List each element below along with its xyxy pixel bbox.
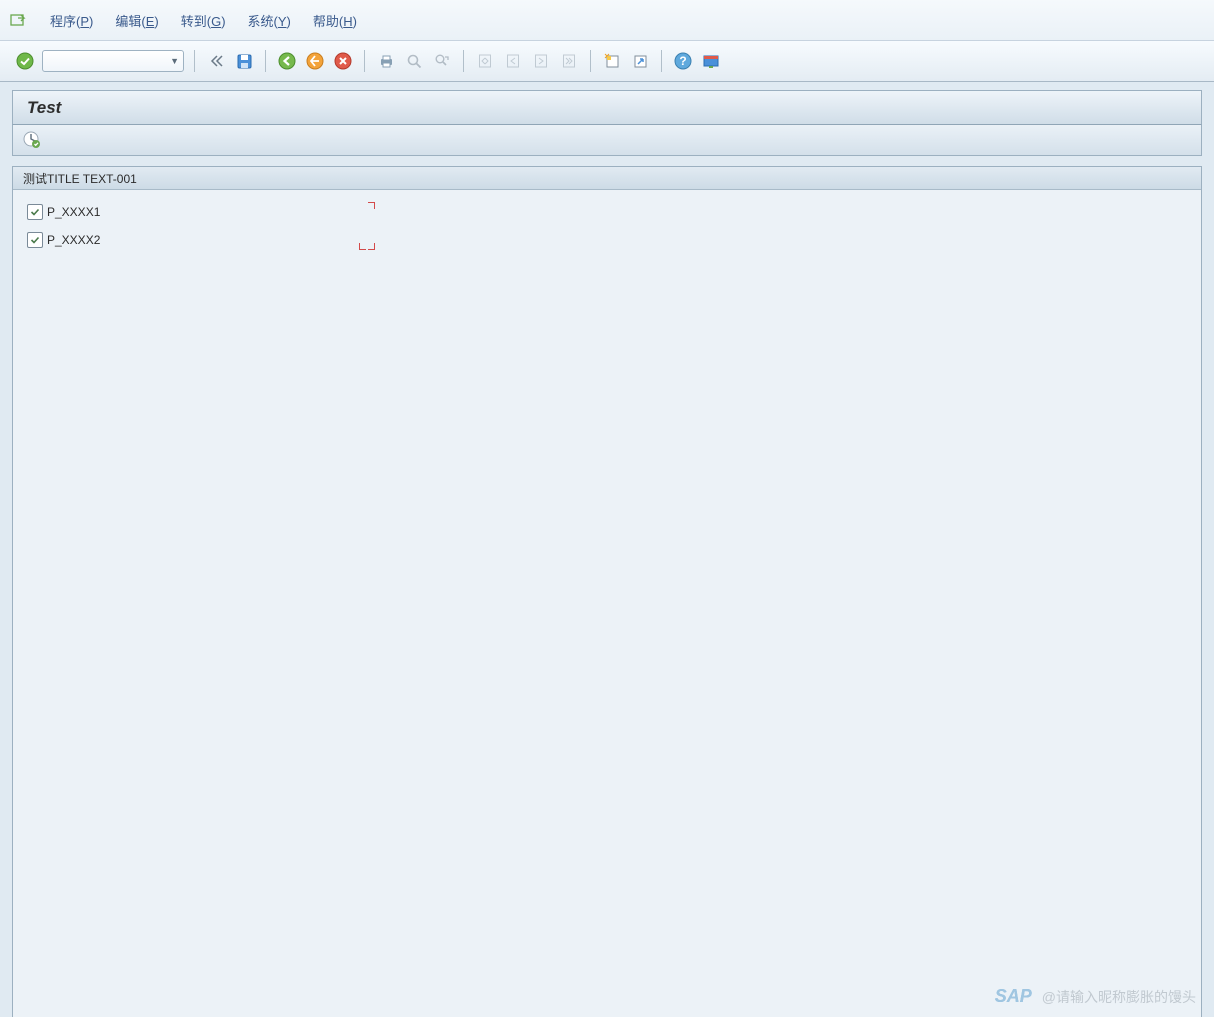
first-page-icon[interactable] [474,50,496,72]
menu-edit[interactable]: 编辑(E) [115,11,158,30]
exit-icon[interactable] [304,50,326,72]
parameter-label: P_XXXX1 [47,205,347,219]
standard-toolbar: ▼ ? [0,41,1214,82]
required-marker [359,230,375,250]
shortcut-icon[interactable] [629,50,651,72]
menu-help[interactable]: 帮助(H) [313,11,357,30]
next-page-icon[interactable] [530,50,552,72]
group-title: 测试TITLE TEXT-001 [13,167,1201,190]
menu-bar: 程序(P) 编辑(E) 转到(G) 系统(Y) 帮助(H) [0,0,1214,41]
program-title: Test [12,90,1202,125]
back-icon[interactable] [276,50,298,72]
svg-text:?: ? [679,54,686,68]
menu-goto[interactable]: 转到(G) [181,11,226,30]
menu-icon[interactable] [10,12,28,28]
enter-icon[interactable] [14,50,36,72]
new-session-icon[interactable] [601,50,623,72]
prev-page-icon[interactable] [502,50,524,72]
title-text: Test [27,98,61,118]
last-page-icon[interactable] [558,50,580,72]
menu-system[interactable]: 系统(Y) [248,11,291,30]
find-next-icon[interactable] [431,50,453,72]
separator [265,50,266,72]
print-icon[interactable] [375,50,397,72]
command-field[interactable]: ▼ [42,50,184,72]
save-icon[interactable] [233,50,255,72]
menu-program[interactable]: 程序(P) [50,11,93,30]
selection-screen: 测试TITLE TEXT-001 P_XXXX1 P_XXXX2 [12,166,1202,1017]
separator [661,50,662,72]
find-icon[interactable] [403,50,425,72]
collapse-icon[interactable] [205,50,227,72]
cancel-icon[interactable] [332,50,354,72]
checkbox-p-xxxx1[interactable] [27,204,43,220]
required-marker [359,202,375,222]
help-icon[interactable]: ? [672,50,694,72]
checkbox-p-xxxx2[interactable] [27,232,43,248]
application-toolbar [12,125,1202,156]
parameter-row: P_XXXX2 [27,226,1191,254]
layout-icon[interactable] [700,50,722,72]
separator [463,50,464,72]
separator [590,50,591,72]
separator [194,50,195,72]
separator [364,50,365,72]
parameter-label: P_XXXX2 [47,233,347,247]
execute-icon[interactable] [21,129,43,151]
parameter-row: P_XXXX1 [27,198,1191,226]
parameter-group: 测试TITLE TEXT-001 P_XXXX1 P_XXXX2 [13,167,1201,274]
